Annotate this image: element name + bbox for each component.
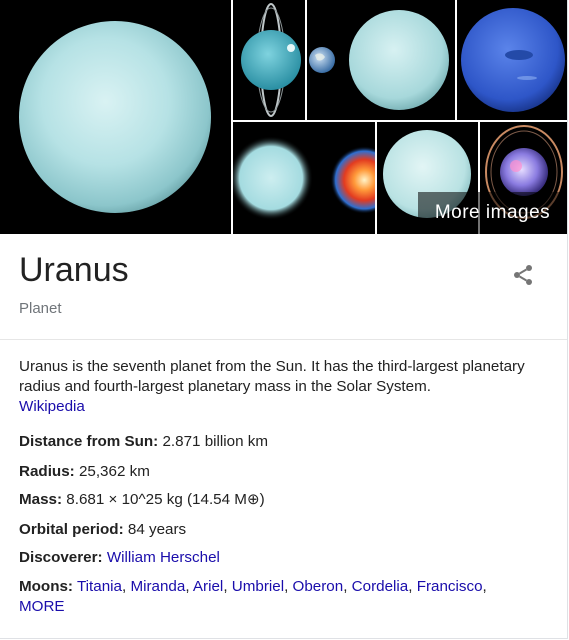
fact-orbital-period-label: Orbital period: [19,521,124,538]
share-icon-graphic [514,265,532,285]
fact-orbital-period-value: 84 years [127,521,187,538]
knowledge-panel: More images Uranus Planet Uranus is the … [0,0,568,639]
uranus-rings-image [233,0,305,120]
moon-link[interactable]: Miranda [130,578,185,595]
more-images-button[interactable]: More images [418,192,567,234]
entity-subtitle: Planet [19,300,62,317]
fact-distance-value: 2.871 billion km [162,433,269,450]
fact-discoverer: Discoverer: William Herschel [19,548,220,568]
entity-title: Uranus [19,251,129,289]
share-icon[interactable] [510,262,536,288]
image-uranus-infrared[interactable] [233,122,375,234]
discoverer-link[interactable]: William Herschel [107,549,220,566]
neptune-planet-image [457,0,567,120]
image-uranus-main[interactable] [0,0,231,234]
fact-distance: Distance from Sun: 2.871 billion km [19,432,268,452]
moon-link[interactable]: Francisco [417,578,483,595]
fact-radius-value: 25,362 km [78,463,150,480]
moons-more-link[interactable]: MORE [19,598,65,615]
image-uranus-earth-comparison[interactable] [307,0,455,120]
image-neptune[interactable] [457,0,567,120]
fact-orbital-period: Orbital period: 84 years [19,520,186,540]
fact-distance-label: Distance from Sun: [19,433,159,450]
wikipedia-link[interactable]: Wikipedia [19,398,85,415]
image-mosaic: More images [0,0,567,234]
fact-mass-value: 8.681 × 10^25 kg (14.54 M⊕) [66,491,265,508]
fact-radius: Radius: 25,362 km [19,462,150,482]
moon-link[interactable]: Umbriel [232,578,284,595]
fact-discoverer-label: Discoverer: [19,549,103,566]
description-text: Uranus is the seventh planet from the Su… [19,358,525,395]
fact-moons: Moons: Titania, Miranda, Ariel, Umbriel,… [19,578,487,615]
fact-mass-label: Mass: [19,491,63,508]
section-divider [0,339,567,340]
moon-link[interactable]: Oberon [293,578,344,595]
moon-link[interactable]: Titania [77,578,122,595]
fact-mass: Mass: 8.681 × 10^25 kg (14.54 M⊕) [19,490,265,510]
uranus-planet-image [0,0,231,234]
moon-link[interactable]: Cordelia [352,578,409,595]
uranus-earth-comparison-image [307,0,455,120]
image-uranus-rings[interactable] [233,0,305,120]
moon-link[interactable]: Ariel [193,578,223,595]
uranus-infrared-image [233,122,375,234]
entity-description: Uranus is the seventh planet from the Su… [19,357,549,417]
fact-moons-label: Moons: [19,578,73,595]
fact-radius-label: Radius: [19,463,75,480]
